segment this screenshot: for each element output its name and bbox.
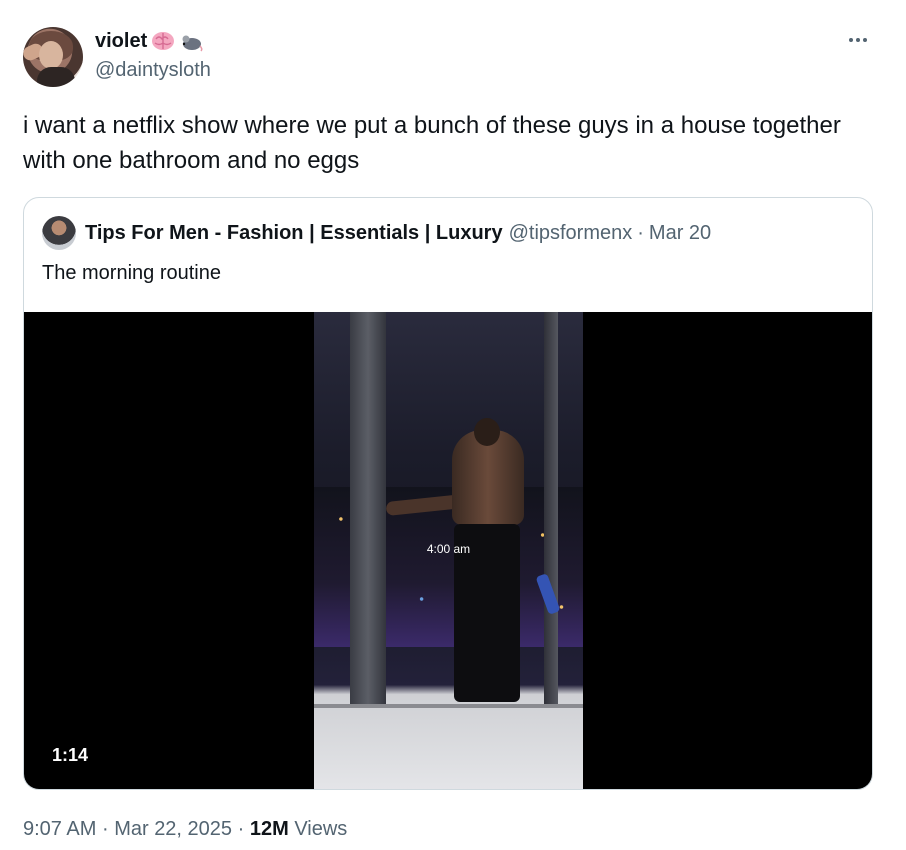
quoted-tweet-text: The morning routine: [42, 262, 221, 284]
quoted-tweet-card[interactable]: Tips For Men - Fashion | Essentials | Lu…: [23, 197, 873, 790]
mouse-emoji-icon: [182, 35, 203, 52]
views-count: 12M: [249, 818, 289, 840]
quoted-author-name[interactable]: Tips For Men - Fashion | Essentials | Lu…: [85, 222, 503, 245]
quoted-tweet-date[interactable]: Mar 20: [649, 222, 711, 245]
more-horizontal-icon[interactable]: [843, 28, 873, 52]
quoted-tweet-header: Tips For Men - Fashion | Essentials | Lu…: [42, 216, 711, 250]
separator-dot: ·: [637, 221, 644, 244]
brain-emoji-icon: [152, 32, 175, 50]
video-overlay-caption: 4:00 am: [426, 542, 471, 556]
separator-dot: ·: [101, 818, 109, 840]
tweet-date[interactable]: Mar 22, 2025: [114, 818, 232, 840]
tweet-time[interactable]: 9:07 AM: [23, 818, 96, 840]
video-frame: 4:00 am: [314, 312, 583, 789]
author-handle[interactable]: @daintysloth: [95, 58, 211, 82]
video-duration-badge: 1:14: [44, 742, 97, 768]
video-player[interactable]: 4:00 am 1:14: [24, 312, 872, 789]
tweet-text: i want a netflix show where we put a bun…: [23, 112, 841, 174]
author-name-row: violet: [95, 29, 203, 53]
quoted-author-handle[interactable]: @tipsformenx: [509, 222, 633, 245]
author-display-name[interactable]: violet: [95, 29, 147, 53]
views-label: Views: [294, 818, 348, 840]
author-avatar[interactable]: [23, 27, 83, 87]
quoted-author-avatar[interactable]: [42, 216, 76, 250]
separator-dot: ·: [237, 818, 245, 840]
tweet-meta: 9:07 AM · Mar 22, 2025 · 12M Views: [23, 816, 347, 842]
